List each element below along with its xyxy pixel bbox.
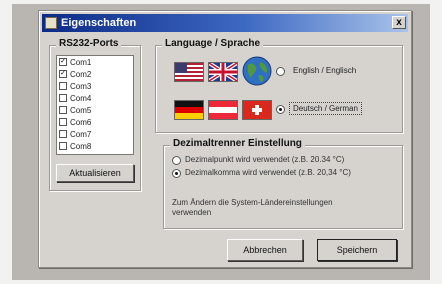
port-checkbox[interactable] xyxy=(59,142,67,150)
german-radio[interactable] xyxy=(276,105,285,114)
us-flag-icon xyxy=(174,62,204,82)
port-checkbox[interactable] xyxy=(59,106,67,114)
port-checkbox[interactable]: ✓ xyxy=(59,58,67,66)
title-bar[interactable]: Eigenschaften x xyxy=(42,14,408,32)
uk-flag-icon xyxy=(208,62,238,82)
globe-icon xyxy=(242,56,272,86)
close-button[interactable]: x xyxy=(392,16,406,29)
port-item-com2[interactable]: ✓ Com2 xyxy=(57,68,133,80)
port-checkbox[interactable] xyxy=(59,130,67,138)
language-group-label: Language / Sprache xyxy=(162,38,264,49)
port-item-com3[interactable]: Com3 xyxy=(57,80,133,92)
port-label: Com1 xyxy=(70,57,92,67)
properties-dialog: Eigenschaften x RS232-Ports ✓ Com1 ✓ Com2 Co… xyxy=(38,10,412,268)
ports-group: RS232-Ports ✓ Com1 ✓ Com2 Com3 Com4 Com5 Com6 Co… xyxy=(49,38,141,191)
ports-group-label: RS232-Ports xyxy=(56,38,122,49)
port-checkbox[interactable] xyxy=(59,82,67,90)
port-label: Com7 xyxy=(70,129,92,139)
port-item-com7[interactable]: Com7 xyxy=(57,128,133,140)
app-icon xyxy=(45,17,57,29)
decimal-comma-radio[interactable] xyxy=(172,169,181,178)
port-label: Com3 xyxy=(70,81,92,91)
port-label: Com5 xyxy=(70,105,92,115)
close-icon: x xyxy=(396,17,402,28)
port-item-com1[interactable]: ✓ Com1 xyxy=(57,56,133,68)
austria-flag-icon xyxy=(208,100,238,120)
decimal-group-label: Dezimaltrenner Einstellung xyxy=(170,138,305,149)
port-item-com8[interactable]: Com8 xyxy=(57,140,133,152)
decimal-group: Dezimaltrenner Einstellung Dezimalpunkt … xyxy=(163,138,403,229)
port-label: Com4 xyxy=(70,93,92,103)
regional-settings-hint: Zum Ändern die System-Ländereinstellunge… xyxy=(172,198,333,217)
refresh-button-label: Aktualisieren xyxy=(69,168,121,178)
germany-flag-icon xyxy=(174,100,204,120)
refresh-button[interactable]: Aktualisieren xyxy=(56,164,134,182)
english-radio[interactable] xyxy=(276,67,285,76)
english-option-label[interactable]: English / Englisch xyxy=(289,64,360,77)
save-button-label: Speichern xyxy=(336,245,378,255)
window-title: Eigenschaften xyxy=(61,17,137,29)
cancel-button[interactable]: Abbrechen xyxy=(227,239,303,261)
port-checkbox[interactable] xyxy=(59,94,67,102)
decimal-point-label[interactable]: Dezimalpunkt wird verwendet (z.B. 20.34 … xyxy=(185,155,344,164)
port-item-com6[interactable]: Com6 xyxy=(57,116,133,128)
switzerland-flag-icon xyxy=(242,100,272,120)
language-group: Language / Sprache English / Englisch De… xyxy=(155,38,403,133)
ports-list[interactable]: ✓ Com1 ✓ Com2 Com3 Com4 Com5 Com6 Com7 Com8 xyxy=(56,55,134,155)
port-label: Com6 xyxy=(70,117,92,127)
port-label: Com8 xyxy=(70,141,92,151)
cancel-button-label: Abbrechen xyxy=(243,245,287,255)
port-checkbox[interactable] xyxy=(59,118,67,126)
port-item-com5[interactable]: Com5 xyxy=(57,104,133,116)
save-button[interactable]: Speichern xyxy=(317,239,397,261)
decimal-point-radio[interactable] xyxy=(172,156,181,165)
port-label: Com2 xyxy=(70,69,92,79)
german-option-label[interactable]: Deutsch / German xyxy=(289,102,362,115)
port-checkbox[interactable]: ✓ xyxy=(59,70,67,78)
port-item-com4[interactable]: Com4 xyxy=(57,92,133,104)
decimal-comma-label[interactable]: Dezimalkomma wird verwendet (z.B. 20,34 … xyxy=(185,168,351,177)
